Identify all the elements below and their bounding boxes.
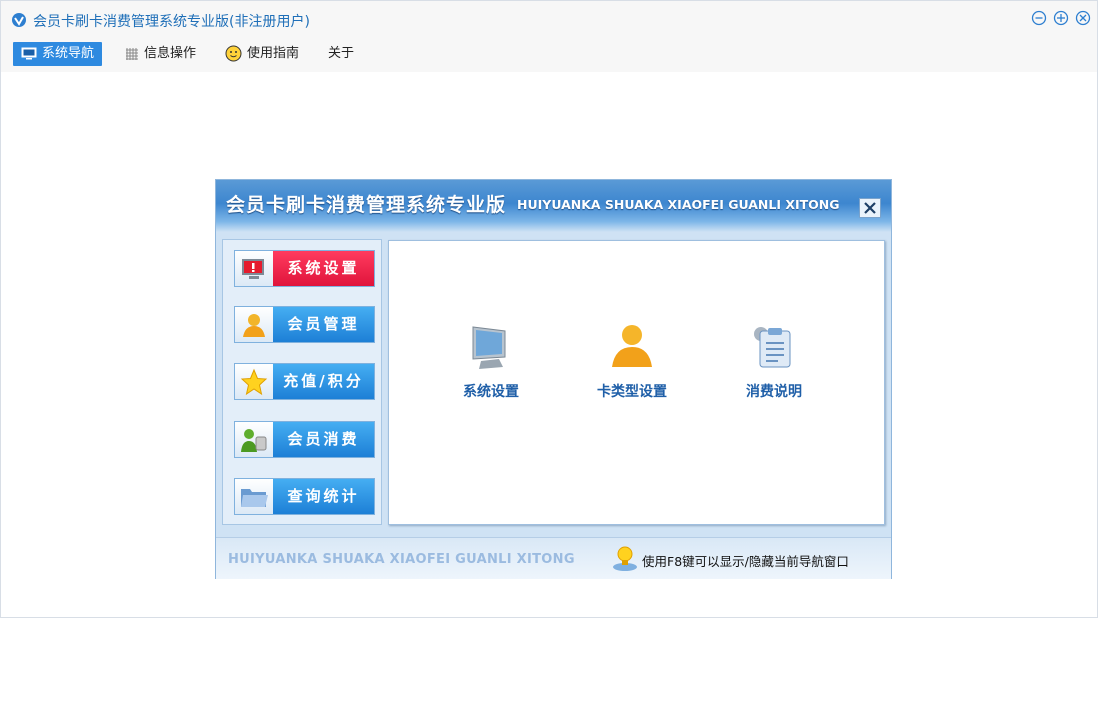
tile-card-type-settings[interactable]: 卡类型设置 xyxy=(582,321,682,401)
dialog-footer: HUIYUANKA SHUAKA XIAOFEI GUANLI XITONG 使… xyxy=(216,537,891,579)
grid-icon xyxy=(126,47,138,60)
nav-label: 系统设置 xyxy=(273,251,374,286)
lightbulb-icon xyxy=(613,546,637,571)
nav-query-statistics[interactable]: 查询统计 xyxy=(234,478,375,515)
close-icon[interactable] xyxy=(1075,10,1091,26)
nav-member-consumption[interactable]: 会员消费 xyxy=(234,421,375,458)
menu-item-system-nav[interactable]: 系统导航 xyxy=(13,42,103,66)
close-icon xyxy=(864,202,876,214)
footer-brand: HUIYUANKA SHUAKA XIAOFEI GUANLI XITONG xyxy=(228,552,575,567)
menu-item-about[interactable]: 关于 xyxy=(328,42,354,66)
user-icon xyxy=(243,313,265,337)
minimize-icon[interactable] xyxy=(1031,10,1047,26)
menu-label: 使用指南 xyxy=(247,46,300,61)
monitor-icon xyxy=(472,326,506,369)
nav-system-settings[interactable]: 系统设置 xyxy=(234,250,375,287)
tile-label: 卡类型设置 xyxy=(597,384,667,400)
dialog-close-button[interactable] xyxy=(859,198,881,218)
monitor-icon xyxy=(21,47,37,60)
maximize-icon[interactable] xyxy=(1053,10,1069,26)
nav-label: 会员消费 xyxy=(273,422,374,457)
clipboard-icon xyxy=(754,327,791,368)
navigation-dialog: 会员卡刷卡消费管理系统专业版 HUIYUANKA SHUAKA XIAOFEI … xyxy=(215,179,892,579)
nav-member-management[interactable]: 会员管理 xyxy=(234,306,375,343)
footer-tip: 使用F8键可以显示/隐藏当前导航窗口 xyxy=(642,554,849,569)
app-logo-icon xyxy=(12,13,26,27)
folder-icon xyxy=(241,488,268,507)
user-icon xyxy=(612,325,652,367)
users-icon xyxy=(241,428,267,452)
dialog-title: 会员卡刷卡消费管理系统专业版 xyxy=(226,194,507,216)
nav-label: 会员管理 xyxy=(273,307,374,342)
dialog-subtitle: HUIYUANKA SHUAKA XIAOFEI GUANLI XITONG xyxy=(517,197,840,212)
menu-bar: 系统导航 信息操作 使用指南 关于 xyxy=(1,39,1097,72)
nav-label: 充值/积分 xyxy=(273,364,374,399)
tile-label: 消费说明 xyxy=(746,384,802,400)
window-title: 会员卡刷卡消费管理系统专业版(非注册用户) xyxy=(33,14,310,30)
dialog-header[interactable]: 会员卡刷卡消费管理系统专业版 HUIYUANKA SHUAKA XIAOFEI … xyxy=(216,180,891,232)
smiley-icon xyxy=(225,45,242,62)
tile-label: 系统设置 xyxy=(463,384,519,400)
side-nav-panel: 系统设置 会员管理 充值/积分 会员消费 查询统计 xyxy=(222,239,382,525)
tile-system-settings[interactable]: 系统设置 xyxy=(441,321,541,401)
main-panel: 系统设置 卡类型设置 消费说明 xyxy=(388,240,885,525)
menu-label: 信息操作 xyxy=(144,46,197,61)
menu-label: 关于 xyxy=(328,46,355,61)
title-bar[interactable]: 会员卡刷卡消费管理系统专业版(非注册用户) xyxy=(1,1,1097,39)
warning-monitor-icon xyxy=(242,258,264,279)
menu-label: 系统导航 xyxy=(42,46,95,61)
nav-recharge-points[interactable]: 充值/积分 xyxy=(234,363,375,400)
menu-item-info-ops[interactable]: 信息操作 xyxy=(125,42,196,66)
star-icon xyxy=(240,368,268,395)
tile-consumption-notes[interactable]: 消费说明 xyxy=(724,321,824,401)
nav-label: 查询统计 xyxy=(273,479,374,514)
menu-item-user-guide[interactable]: 使用指南 xyxy=(225,42,299,66)
